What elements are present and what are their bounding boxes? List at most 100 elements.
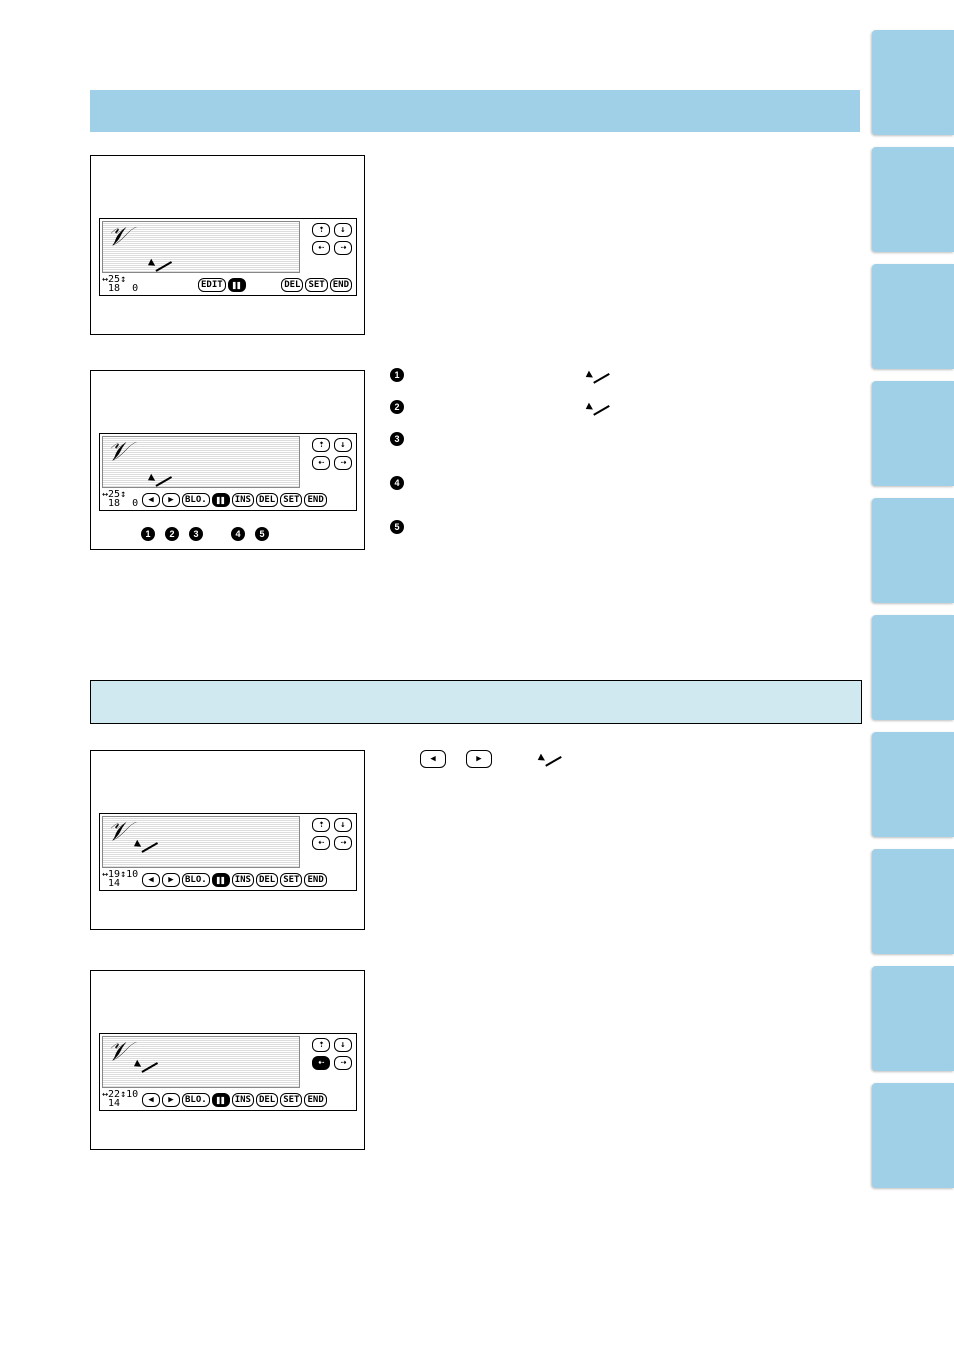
- stitch-pattern: 𝒱: [107, 439, 129, 465]
- up-dotted-button[interactable]: ⇡: [312, 1038, 330, 1052]
- right-dotted-button[interactable]: ⇢: [334, 836, 352, 850]
- prev-button[interactable]: ◀: [142, 873, 160, 887]
- next-button[interactable]: ▶: [162, 493, 180, 507]
- del-button[interactable]: DEL: [256, 873, 278, 887]
- pencil-icon: [542, 751, 560, 768]
- up-dotted-button[interactable]: ⇡: [312, 818, 330, 832]
- lcd-display: 𝒱 ⇡ ↓ ⇠ ⇢ ↔25↕ 18 0 ◀ ▶ BLO. INS: [99, 433, 357, 511]
- up-dotted-button[interactable]: ⇡: [312, 438, 330, 452]
- step-instruction: ◀ ▶: [400, 750, 580, 768]
- side-tab[interactable]: [872, 966, 954, 1071]
- screen-3: 𝒱 ⇡ ↓ ⇠ ⇢ ↔19↕10 14 ◀ ▶ BLO. INS: [90, 750, 365, 930]
- set-button[interactable]: SET: [280, 873, 302, 887]
- pencil-icon: [590, 368, 608, 383]
- del-button[interactable]: DEL: [256, 1093, 278, 1107]
- lcd-canvas: 𝒱: [102, 436, 300, 488]
- callout-4: 4: [231, 527, 245, 541]
- right-dotted-button[interactable]: ⇢: [334, 241, 352, 255]
- lcd-canvas: 𝒱: [102, 221, 300, 273]
- del-button[interactable]: DEL: [256, 493, 278, 507]
- lcd-display: 𝒱 ⇡ ↓ ⇠ ⇢ ↔25↕ 18 0 EDIT DEL SE: [99, 218, 357, 296]
- nav-buttons: ⇡ ↓ ⇠ ⇢: [312, 223, 352, 255]
- side-tabs: [872, 30, 954, 1200]
- left-dotted-button[interactable]: ⇠: [312, 836, 330, 850]
- nav-buttons: ⇡ ↓ ⇠ ⇢: [312, 1038, 352, 1070]
- screen-1: 𝒱 ⇡ ↓ ⇠ ⇢ ↔25↕ 18 0 EDIT DEL SE: [90, 155, 365, 335]
- legend-item-2: 2: [390, 400, 850, 418]
- del-button[interactable]: DEL: [281, 278, 303, 292]
- end-button[interactable]: END: [304, 1093, 326, 1107]
- lcd-canvas: 𝒱: [102, 816, 300, 868]
- legend-item-1: 1: [390, 368, 850, 386]
- coordinates: ↔25↕ 18 0: [102, 275, 138, 293]
- next-button-inline: ▶: [466, 750, 492, 768]
- pencil-icon: [136, 1054, 159, 1076]
- side-tab[interactable]: [872, 498, 954, 603]
- prev-button[interactable]: ◀: [142, 493, 160, 507]
- set-button[interactable]: SET: [280, 493, 302, 507]
- left-dotted-button-active[interactable]: ⇠: [312, 1056, 330, 1070]
- right-dotted-button[interactable]: ⇢: [334, 456, 352, 470]
- down-button[interactable]: ↓: [334, 818, 352, 832]
- mode-button[interactable]: [212, 493, 230, 507]
- nav-buttons: ⇡ ↓ ⇠ ⇢: [312, 818, 352, 850]
- legend-item-3: 3: [390, 432, 850, 450]
- blo-button[interactable]: BLO.: [182, 873, 210, 887]
- pencil-icon: [150, 468, 173, 490]
- next-button[interactable]: ▶: [162, 873, 180, 887]
- side-tab[interactable]: [872, 147, 954, 252]
- mode-button[interactable]: [228, 278, 246, 292]
- left-dotted-button[interactable]: ⇠: [312, 241, 330, 255]
- prev-button[interactable]: ◀: [142, 1093, 160, 1107]
- side-tab[interactable]: [872, 264, 954, 369]
- callout-1: 1: [141, 527, 155, 541]
- callout-5: 5: [255, 527, 269, 541]
- down-button[interactable]: ↓: [334, 438, 352, 452]
- ins-button[interactable]: INS: [232, 873, 254, 887]
- coordinates: ↔19↕10 14: [102, 870, 138, 888]
- side-tab[interactable]: [872, 30, 954, 135]
- ins-button[interactable]: INS: [232, 1093, 254, 1107]
- lcd-display: 𝒱 ⇡ ↓ ⇠ ⇢ ↔19↕10 14 ◀ ▶ BLO. INS: [99, 813, 357, 891]
- screen-2: 𝒱 ⇡ ↓ ⇠ ⇢ ↔25↕ 18 0 ◀ ▶ BLO. INS: [90, 370, 365, 550]
- set-button[interactable]: SET: [305, 278, 327, 292]
- next-button[interactable]: ▶: [162, 1093, 180, 1107]
- mode-button[interactable]: [212, 1093, 230, 1107]
- section-header-2: [90, 680, 862, 724]
- lcd-display: 𝒱 ⇡ ↓ ⇠ ⇢ ↔22↕10 14 ◀ ▶ BLO. INS: [99, 1033, 357, 1111]
- side-tab[interactable]: [872, 615, 954, 720]
- left-dotted-button[interactable]: ⇠: [312, 456, 330, 470]
- screen-4: 𝒱 ⇡ ↓ ⇠ ⇢ ↔22↕10 14 ◀ ▶ BLO. INS: [90, 970, 365, 1150]
- ins-button[interactable]: INS: [232, 493, 254, 507]
- callout-2: 2: [165, 527, 179, 541]
- pencil-icon: [136, 834, 159, 856]
- nav-buttons: ⇡ ↓ ⇠ ⇢: [312, 438, 352, 470]
- prev-button-inline: ◀: [420, 750, 446, 768]
- side-tab[interactable]: [872, 381, 954, 486]
- down-button[interactable]: ↓: [334, 1038, 352, 1052]
- coordinates: ↔25↕ 18 0: [102, 490, 138, 508]
- up-dotted-button[interactable]: ⇡: [312, 223, 330, 237]
- legend-list: 1 2 3 4 5: [390, 368, 850, 552]
- right-dotted-button[interactable]: ⇢: [334, 1056, 352, 1070]
- pencil-icon: [590, 400, 608, 415]
- stitch-pattern: 𝒱: [107, 1039, 129, 1065]
- callout-3: 3: [189, 527, 203, 541]
- legend-item-4: 4: [390, 476, 850, 494]
- end-button[interactable]: END: [304, 493, 326, 507]
- end-button[interactable]: END: [330, 278, 352, 292]
- side-tab[interactable]: [872, 849, 954, 954]
- pencil-icon: [150, 253, 173, 275]
- coordinates: ↔22↕10 14: [102, 1090, 138, 1108]
- callout-numbers: 1 2 3 4 5: [141, 527, 269, 541]
- side-tab[interactable]: [872, 1083, 954, 1188]
- stitch-pattern: 𝒱: [107, 224, 129, 250]
- mode-button[interactable]: [212, 873, 230, 887]
- side-tab[interactable]: [872, 732, 954, 837]
- blo-button[interactable]: BLO.: [182, 493, 210, 507]
- end-button[interactable]: END: [304, 873, 326, 887]
- edit-button[interactable]: EDIT: [198, 278, 226, 292]
- set-button[interactable]: SET: [280, 1093, 302, 1107]
- blo-button[interactable]: BLO.: [182, 1093, 210, 1107]
- down-button[interactable]: ↓: [334, 223, 352, 237]
